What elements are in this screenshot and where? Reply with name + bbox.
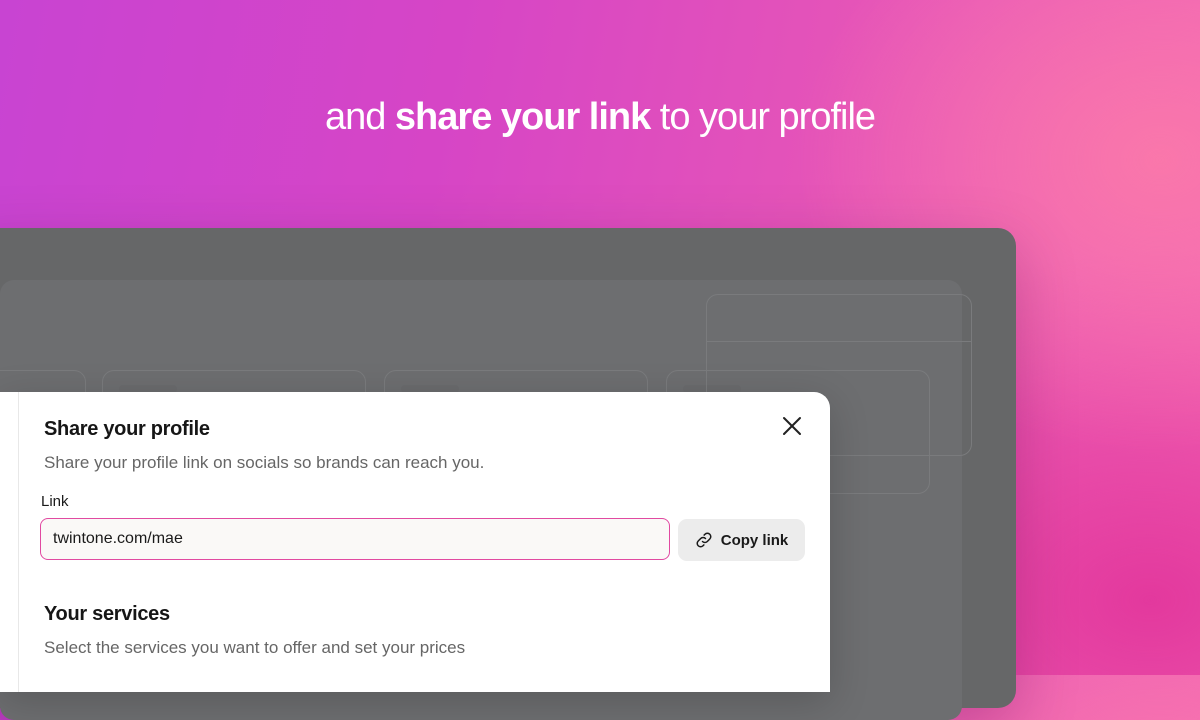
hero-title: and share your link to your profile xyxy=(0,92,1200,142)
link-field-label: Link xyxy=(41,493,69,510)
copy-link-button[interactable]: Copy link xyxy=(678,519,805,561)
divider xyxy=(707,341,971,342)
modal-subtitle: Share your profile link on socials so br… xyxy=(44,453,485,472)
close-button[interactable] xyxy=(776,410,808,442)
profile-link-input[interactable] xyxy=(40,518,670,560)
hero-suffix: to your profile xyxy=(650,96,876,138)
link-icon xyxy=(695,531,713,549)
modal-title: Share your profile xyxy=(44,418,210,440)
services-subtitle: Select the services you want to offer an… xyxy=(44,638,466,657)
hero-prefix: and xyxy=(324,96,395,138)
close-icon xyxy=(776,410,808,442)
hero-emphasis: share your link xyxy=(394,96,651,138)
services-title: Your services xyxy=(44,603,170,625)
modal-edge xyxy=(18,392,19,692)
copy-link-label: Copy link xyxy=(720,531,789,549)
